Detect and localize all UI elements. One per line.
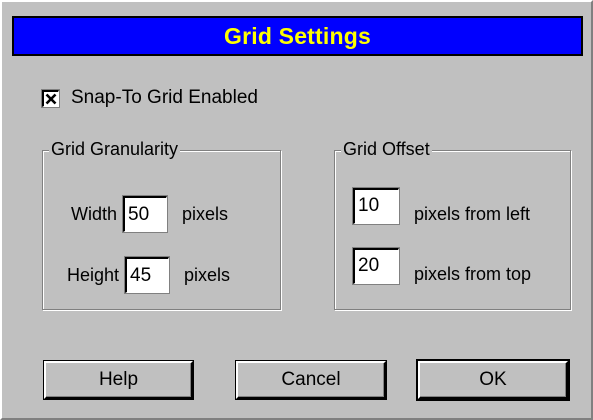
- width-label: Width: [71, 203, 118, 224]
- height-label: Height: [67, 264, 120, 285]
- grid-granularity-group: Grid Granularity Width pixels Height pix…: [42, 139, 281, 310]
- checkmark-x-icon: [45, 93, 57, 104]
- height-unit-label: pixels: [184, 264, 231, 285]
- width-row: Width pixels: [71, 195, 229, 233]
- snap-to-grid-label: Snap-To Grid Enabled: [71, 87, 258, 108]
- ok-button[interactable]: OK: [416, 359, 570, 401]
- width-input[interactable]: [122, 195, 169, 233]
- dialog-title: Grid Settings: [223, 22, 371, 49]
- grid-offset-label: Grid Offset: [341, 139, 432, 160]
- cancel-button[interactable]: Cancel: [235, 360, 387, 400]
- snap-to-grid-checkbox[interactable]: [41, 88, 60, 108]
- grid-granularity-label: Grid Granularity: [49, 139, 181, 160]
- height-row: Height pixels: [67, 256, 231, 294]
- height-input[interactable]: [124, 256, 171, 294]
- offset-top-input[interactable]: [352, 246, 400, 285]
- grid-offset-group: Grid Offset pixels from left pixels from…: [334, 139, 571, 310]
- snap-to-grid-option[interactable]: Snap-To Grid Enabled: [41, 87, 258, 109]
- offset-top-row: pixels from top: [352, 246, 532, 285]
- dialog-titlebar: Grid Settings: [12, 16, 583, 56]
- help-button[interactable]: Help: [43, 360, 194, 400]
- offset-left-input[interactable]: [352, 186, 400, 225]
- offset-left-unit-label: pixels from left: [414, 204, 531, 224]
- width-unit-label: pixels: [182, 203, 229, 224]
- offset-top-unit-label: pixels from top: [414, 264, 532, 284]
- offset-left-row: pixels from left: [352, 186, 531, 225]
- grid-settings-dialog: Grid Settings Snap-To Grid Enabled Grid …: [0, 0, 593, 420]
